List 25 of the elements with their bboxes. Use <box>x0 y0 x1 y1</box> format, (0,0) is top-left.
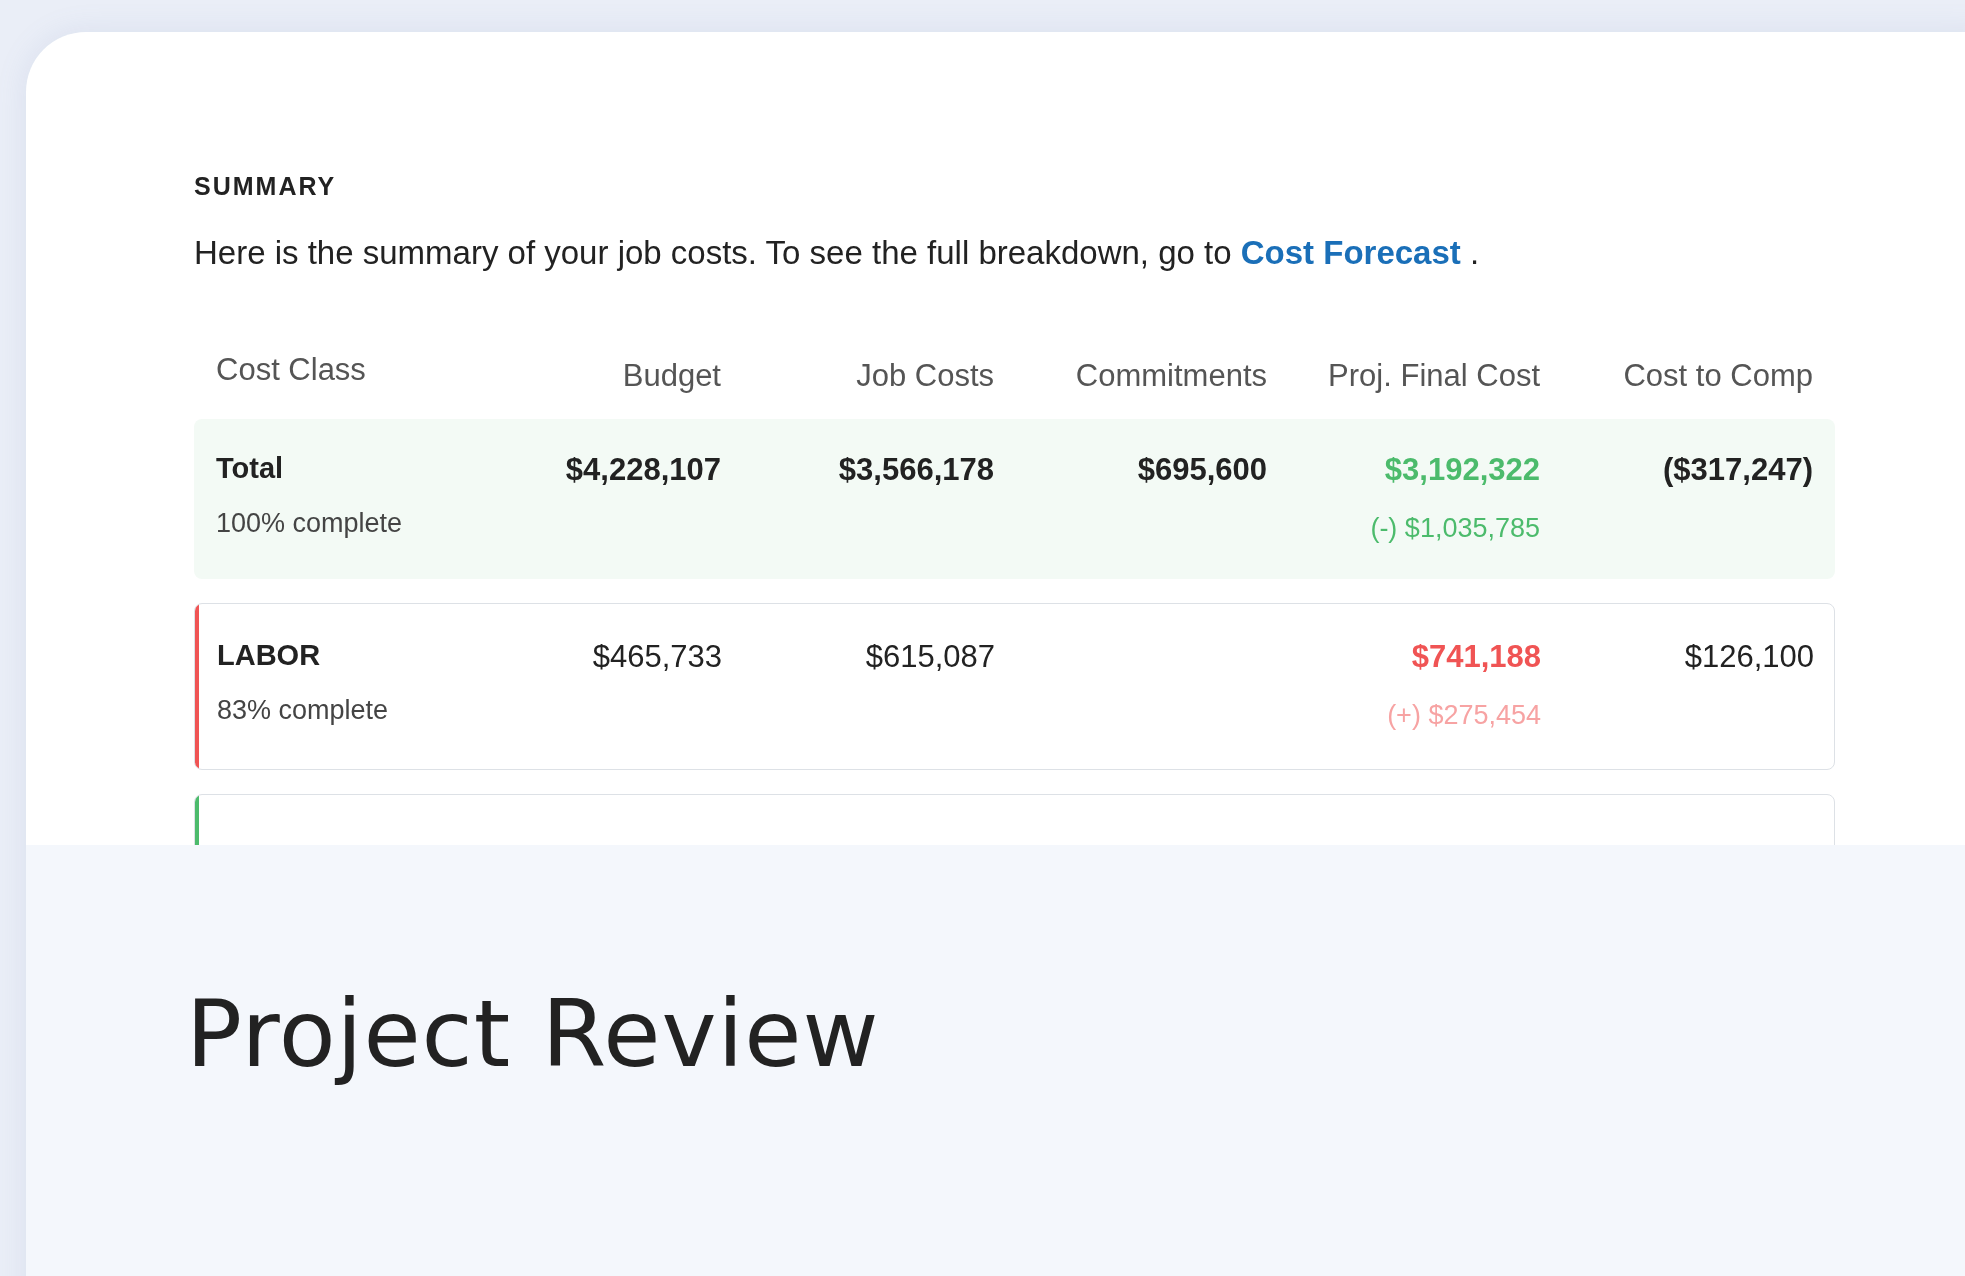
column-header: Cost to Comp <box>1623 357 1813 395</box>
section-heading: SUMMARY <box>194 171 338 202</box>
cost-class-name: LABOR <box>217 638 321 673</box>
amount-cell-text: $695,600 <box>1137 451 1267 489</box>
amount-cell-text: $3,566,178 <box>838 451 994 489</box>
final-cost-cell-text: $741,188 <box>1411 638 1541 676</box>
variance-text: (-) $1,035,785 <box>1370 511 1540 545</box>
amount-cell-text: $126,100 <box>1684 638 1814 676</box>
variance-text: (+) $275,454 <box>1387 698 1541 732</box>
column-header: Cost Class <box>216 351 366 389</box>
column-header: Budget <box>622 357 721 395</box>
cost-forecast-link[interactable]: Cost Forecast <box>1240 233 1461 271</box>
column-header: Proj. Final Cost <box>1328 357 1540 395</box>
caption-title: Project Review <box>186 979 881 1090</box>
cost-class-name: Total <box>216 451 284 486</box>
amount-cell-text: ($317,247) <box>1663 451 1813 489</box>
amount-cell-text: $4,228,107 <box>565 451 721 489</box>
final-cost-cell-text: $3,192,322 <box>1384 451 1540 489</box>
column-header: Commitments <box>1075 357 1267 395</box>
amount-cell-text: $465,733 <box>592 638 722 676</box>
amount-cell-text: $615,087 <box>865 638 995 676</box>
progress-text: 83% complete <box>217 693 389 727</box>
column-header: Job Costs <box>856 357 994 395</box>
progress-text: 100% complete <box>216 506 403 540</box>
summary-text: Here is the summary of your job costs. To see the full breakdown, go to Cost Forecast . <box>194 232 1481 273</box>
